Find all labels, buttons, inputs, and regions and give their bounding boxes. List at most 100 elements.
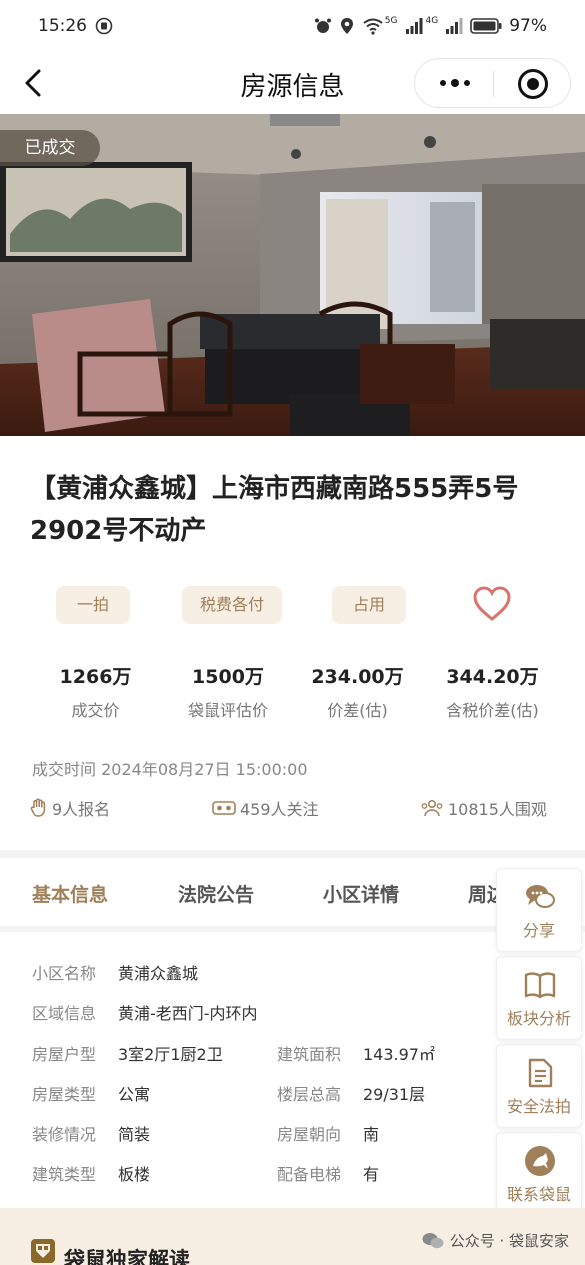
info-label: 建筑面积: [277, 1045, 342, 1064]
tab-court-notice[interactable]: 法院公告: [178, 880, 254, 907]
status-time: 15:26: [38, 16, 87, 36]
document-icon: [528, 1058, 553, 1088]
contact-label: 联系袋鼠: [506, 1185, 571, 1204]
info-label: 小区名称: [32, 964, 97, 983]
info-label: 建筑类型: [32, 1165, 97, 1184]
info-label: 房屋户型: [32, 1045, 97, 1064]
mini-program-capsule: [414, 58, 571, 108]
info-label: 区域信息: [32, 1004, 97, 1023]
sector-analysis-button[interactable]: 板块分析: [496, 956, 582, 1040]
stat-appraisal: 1500万 袋鼠评估价: [166, 662, 290, 721]
section-heading: 袋鼠独家解读: [64, 1248, 190, 1265]
viewer-count: 10815人围观: [420, 796, 547, 820]
signup-count: 9人报名: [30, 796, 110, 820]
info-building-type: 建筑类型 板楼: [32, 1161, 150, 1185]
deal-time: 成交时间 2024年08月27日 15:00:00: [32, 756, 308, 780]
capsule-divider: [493, 71, 494, 97]
info-label: 楼层总高: [277, 1085, 342, 1104]
sold-badge: 已成交: [0, 130, 100, 166]
contact-button[interactable]: 联系袋鼠: [496, 1132, 582, 1216]
watermark-text: 公众号 · 袋鼠安家: [449, 1232, 569, 1250]
share-button[interactable]: 分享: [496, 868, 582, 952]
status-time-group: 15:26: [38, 16, 113, 36]
stat-value: 1500万: [192, 666, 264, 688]
signal-icon: [405, 18, 422, 34]
wechat-watermark: 公众号 · 袋鼠安家: [422, 1230, 569, 1251]
info-area: 区域信息 黄浦-老西门-内环内: [32, 1000, 258, 1024]
vr-glasses-icon: [212, 801, 236, 815]
tab-basic-info[interactable]: 基本信息: [32, 880, 108, 907]
kangaroo-logo-icon: [525, 1146, 555, 1176]
stat-price-diff: 234.00万 价差(估): [300, 662, 415, 721]
info-value: 143.97㎡: [363, 1045, 435, 1064]
tag-occupied: 占用: [332, 586, 406, 624]
stat-label: 价差(估): [327, 701, 388, 720]
deal-time-label: 成交时间: [32, 760, 97, 779]
people-icon: [421, 799, 443, 817]
more-options-button[interactable]: [439, 65, 471, 101]
info-elevator: 配备电梯 有: [277, 1161, 379, 1185]
info-value: 公寓: [118, 1085, 151, 1104]
stat-label: 含税价差(估): [446, 701, 539, 720]
wechat-icon: [422, 1232, 444, 1248]
more-dot-icon: [464, 80, 470, 86]
info-value: 29/31层: [363, 1085, 426, 1104]
listing-title: 【黄浦众鑫城】上海市西藏南路555弄5号2902号不动产: [30, 474, 519, 546]
close-miniprogram-icon[interactable]: [518, 69, 548, 99]
follower-count-text: 459人关注: [240, 800, 319, 819]
info-value: 3室2厅1厨2卫: [118, 1045, 223, 1064]
info-value: 简装: [118, 1125, 151, 1144]
alarm-icon: [314, 18, 331, 33]
tag-tax: 税费各付: [182, 586, 282, 624]
open-book-icon: [524, 972, 556, 999]
network-5g-label: 5G: [384, 16, 398, 26]
info-value: 南: [363, 1125, 380, 1144]
deal-time-value: 2024年08月27日 15:00:00: [101, 760, 308, 779]
signal-icon-2: [446, 18, 463, 34]
info-built-area: 建筑面积 143.97㎡: [277, 1041, 435, 1065]
tab-community-detail[interactable]: 小区详情: [323, 880, 399, 907]
stat-price-diff-tax: 344.20万 含税价差(估): [425, 662, 560, 721]
stat-label: 成交价: [71, 701, 120, 720]
location-icon: [340, 18, 353, 34]
app-notification-icon: [95, 17, 113, 35]
info-label: 房屋类型: [32, 1085, 97, 1104]
tag-auction-round: 一拍: [56, 586, 130, 624]
info-floors: 楼层总高 29/31层: [277, 1081, 425, 1105]
hand-raise-icon: [30, 798, 46, 817]
signup-count-text: 9人报名: [52, 800, 111, 819]
info-value: 黄浦众鑫城: [118, 964, 199, 983]
property-detail-page: 15:26 5G 4G 97% 房源信息 已成交 【黄浦众鑫城】上海市西藏南路5…: [0, 0, 585, 1265]
info-community: 小区名称 黄浦众鑫城: [32, 960, 198, 984]
more-dot-icon: [440, 80, 446, 86]
battery-icon: [470, 18, 502, 34]
tab-surroundings[interactable]: 周边: [468, 880, 498, 907]
battery-level: 97%: [509, 16, 547, 36]
more-dot-icon: [451, 79, 459, 87]
info-value: 板楼: [118, 1165, 151, 1184]
status-bar: 15:26 5G 4G 97%: [0, 0, 585, 52]
sector-analysis-label: 板块分析: [506, 1009, 571, 1028]
safe-auction-label: 安全法拍: [506, 1097, 571, 1116]
viewer-count-text: 10815人围观: [448, 800, 547, 819]
info-value: 黄浦-老西门-内环内: [118, 1004, 258, 1023]
info-layout: 房屋户型 3室2厅1厨2卫: [32, 1041, 223, 1065]
chat-bubbles-icon: [526, 885, 555, 908]
stat-value: 1266万: [59, 666, 132, 688]
wifi-icon: [363, 18, 383, 35]
share-label: 分享: [522, 921, 555, 940]
info-decor: 装修情况 简装: [32, 1121, 150, 1145]
info-label: 房屋朝向: [277, 1125, 342, 1144]
stat-value: 344.20万: [446, 666, 539, 688]
status-indicators: 5G 4G 97%: [314, 16, 547, 36]
follower-count: 459人关注: [212, 796, 319, 820]
safe-auction-button[interactable]: 安全法拍: [496, 1044, 582, 1128]
info-label: 装修情况: [32, 1125, 97, 1144]
section-divider: [0, 850, 585, 858]
nav-bar: 房源信息: [0, 52, 585, 114]
favorite-heart-icon[interactable]: [472, 586, 512, 622]
stat-value: 234.00万: [311, 666, 404, 688]
info-value: 有: [363, 1165, 380, 1184]
kangaroo-brand-icon: [31, 1239, 55, 1263]
info-orientation: 房屋朝向 南: [277, 1121, 379, 1145]
